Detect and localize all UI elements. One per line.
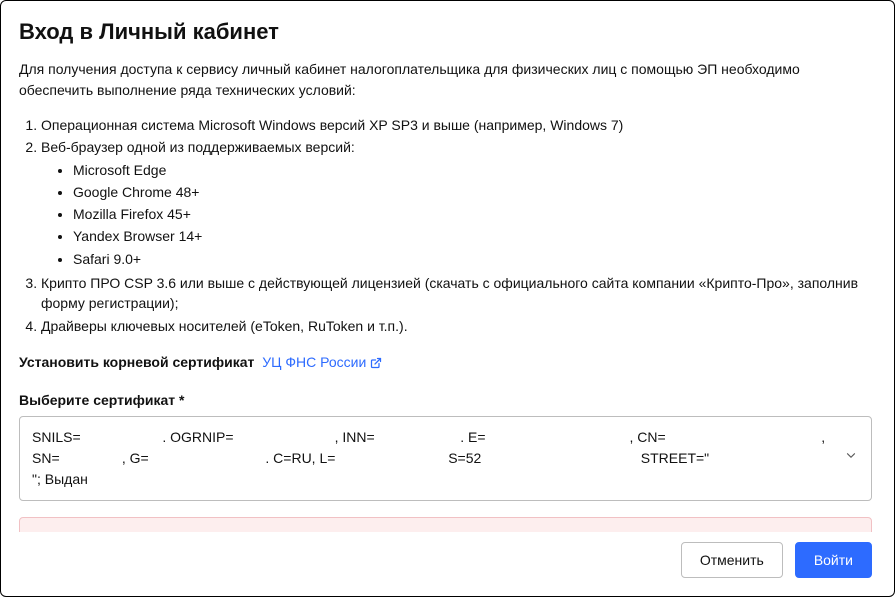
root-cert-line: Установить корневой сертификат УЦ ФНС Ро… [19,354,872,370]
external-link-icon [370,354,382,370]
requirement-item: Драйверы ключевых носителей (eToken, RuT… [41,316,872,336]
error-banner: Произошла неизвестная ошибка. Попробуйте… [19,517,872,532]
root-cert-label: Установить корневой сертификат [19,354,254,370]
intro-text: Для получения доступа к сервису личный к… [19,59,872,101]
login-button[interactable]: Войти [795,542,872,578]
requirements-list: Операционная система Microsoft Windows в… [19,115,872,336]
dialog-body-scroll[interactable]: Вход в Личный кабинет Для получения дост… [1,1,894,532]
dialog-footer: Отменить Войти [1,532,894,596]
cert-select[interactable]: SNILS= . OGRNIP= , INN= . E= , CN= , SN=… [19,416,872,501]
dialog-title: Вход в Личный кабинет [19,19,872,45]
browser-item: Google Chrome 48+ [73,182,872,202]
browser-item: Yandex Browser 14+ [73,226,872,246]
cert-select-label: Выберите сертификат * [19,392,872,408]
root-cert-link[interactable]: УЦ ФНС России [262,354,382,370]
requirement-item: Веб-браузер одной из поддерживаемых верс… [41,137,872,269]
requirement-item: Крипто ПРО CSP 3.6 или выше с действующе… [41,273,872,314]
browser-item: Safari 9.0+ [73,249,872,269]
browser-item: Mozilla Firefox 45+ [73,204,872,224]
cancel-button[interactable]: Отменить [681,542,783,578]
browser-list: Microsoft Edge Google Chrome 48+ Mozilla… [41,160,872,269]
requirement-item: Операционная система Microsoft Windows в… [41,115,872,135]
requirement-browsers-lead: Веб-браузер одной из поддерживаемых верс… [41,139,355,155]
browser-item: Microsoft Edge [73,160,872,180]
cert-select-wrap: SNILS= . OGRNIP= , INN= . E= , CN= , SN=… [19,416,872,501]
root-cert-link-text: УЦ ФНС России [262,354,366,370]
login-dialog: Вход в Личный кабинет Для получения дост… [0,0,895,597]
